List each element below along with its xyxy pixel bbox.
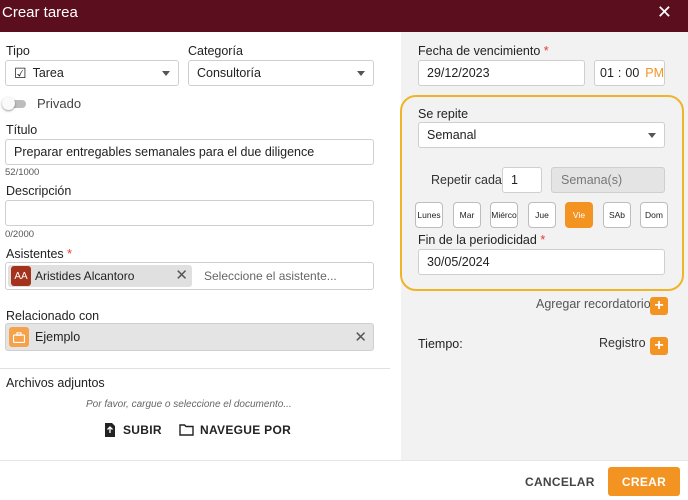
day-lunes-button[interactable]: Lunes bbox=[415, 202, 443, 228]
repite-select[interactable]: Semanal bbox=[418, 122, 665, 148]
asistentes-placeholder: Seleccione el asistente... bbox=[204, 269, 337, 283]
time-ampm: PM bbox=[645, 66, 665, 80]
browse-button[interactable]: NAVEGUE POR bbox=[179, 423, 291, 437]
upload-label: SUBIR bbox=[123, 423, 162, 437]
asistente-chip: AA Aristides Alcantoro ✕ bbox=[8, 265, 192, 287]
archivos-hint: Por favor, cargue o seleccione el docume… bbox=[86, 399, 292, 410]
vencimiento-label: Fecha de vencimiento * bbox=[418, 44, 549, 58]
relacionado-label: Relacionado con bbox=[6, 309, 100, 323]
checkbox-task-icon: ☑ bbox=[14, 64, 27, 81]
day-jueves-button[interactable]: Jue bbox=[528, 202, 556, 228]
categoria-value: Consultoría bbox=[197, 66, 261, 80]
titulo-counter: 52/1000 bbox=[5, 167, 40, 178]
repetir-input[interactable]: 1 bbox=[502, 167, 542, 193]
repite-label: Se repite bbox=[418, 107, 469, 121]
chevron-down-icon bbox=[648, 133, 656, 138]
relacionado-input[interactable]: Ejemplo ✕ bbox=[5, 323, 374, 351]
vencimiento-date: 29/12/2023 bbox=[427, 66, 490, 80]
day-miercoles-button[interactable]: Miérco bbox=[490, 202, 518, 228]
asistentes-input[interactable]: AA Aristides Alcantoro ✕ Seleccione el a… bbox=[5, 262, 374, 290]
avatar: AA bbox=[11, 266, 31, 286]
descripcion-counter: 0/2000 bbox=[5, 229, 35, 240]
chevron-down-icon bbox=[162, 71, 170, 76]
titulo-input[interactable]: Preparar entregables semanales para el d… bbox=[5, 139, 374, 165]
tiempo-label: Tiempo: bbox=[418, 337, 463, 351]
fin-date-input[interactable]: 30/05/2024 bbox=[418, 249, 665, 275]
relacionado-value: Ejemplo bbox=[35, 330, 81, 344]
add-registro-button[interactable]: + bbox=[650, 337, 668, 355]
vencimiento-date-input[interactable]: 29/12/2023 bbox=[418, 60, 585, 86]
descripcion-label: Descripción bbox=[6, 184, 72, 198]
cancel-button[interactable]: CANCELAR bbox=[525, 475, 595, 489]
descripcion-input[interactable] bbox=[5, 200, 374, 226]
asistentes-label: Asistentes * bbox=[6, 247, 73, 261]
asistente-name: Aristides Alcantoro bbox=[35, 269, 135, 283]
archivos-label: Archivos adjuntos bbox=[6, 376, 105, 390]
folder-icon bbox=[179, 424, 194, 436]
categoria-label: Categoría bbox=[188, 44, 243, 58]
tipo-select[interactable]: ☑ Tarea bbox=[5, 60, 179, 86]
day-sabado-button[interactable]: SAb bbox=[603, 202, 631, 228]
unit-value: Semana(s) bbox=[561, 173, 623, 187]
repetir-value: 1 bbox=[511, 173, 518, 187]
privado-label: Privado bbox=[37, 96, 82, 111]
upload-button[interactable]: SUBIR bbox=[104, 423, 162, 437]
upload-file-icon bbox=[105, 423, 115, 437]
day-viernes-button[interactable]: Vie bbox=[565, 202, 593, 228]
remove-relacionado-icon[interactable]: ✕ bbox=[354, 328, 367, 346]
day-domingo-button[interactable]: Dom bbox=[640, 202, 668, 228]
day-martes-button[interactable]: Mar bbox=[453, 202, 481, 228]
repite-value: Semanal bbox=[427, 128, 477, 142]
browse-label: NAVEGUE POR bbox=[200, 423, 292, 437]
dialog-title: Crear tarea bbox=[2, 4, 78, 21]
privado-toggle-knob[interactable] bbox=[2, 97, 15, 110]
dialog-header: Crear tarea ✕ bbox=[0, 0, 688, 32]
briefcase-icon bbox=[9, 327, 29, 347]
divider bbox=[0, 368, 390, 369]
create-button[interactable]: CREAR bbox=[608, 467, 680, 496]
chevron-down-icon bbox=[357, 71, 365, 76]
fin-label: Fin de la periodicidad * bbox=[418, 233, 546, 247]
vencimiento-time-input[interactable]: 01 : 00 PM bbox=[594, 60, 665, 86]
remove-asistente-icon[interactable]: ✕ bbox=[175, 266, 188, 284]
tipo-value: Tarea bbox=[32, 66, 64, 80]
unit-field: Semana(s) bbox=[551, 167, 665, 193]
time-minute: 00 bbox=[625, 66, 640, 80]
recordatorio-label: Agregar recordatorio bbox=[536, 297, 651, 311]
fin-value: 30/05/2024 bbox=[427, 255, 490, 269]
close-icon[interactable]: ✕ bbox=[657, 2, 672, 23]
time-sep: : bbox=[617, 66, 622, 80]
tipo-label: Tipo bbox=[6, 44, 30, 58]
time-hour: 01 bbox=[600, 66, 614, 80]
add-recordatorio-button[interactable]: + bbox=[650, 297, 668, 315]
categoria-select[interactable]: Consultoría bbox=[188, 60, 374, 86]
registro-label: Registro bbox=[599, 336, 646, 350]
repetir-label: Repetir cada bbox=[431, 173, 502, 187]
titulo-value: Preparar entregables semanales para el d… bbox=[14, 145, 315, 159]
titulo-label: Título bbox=[6, 123, 38, 137]
